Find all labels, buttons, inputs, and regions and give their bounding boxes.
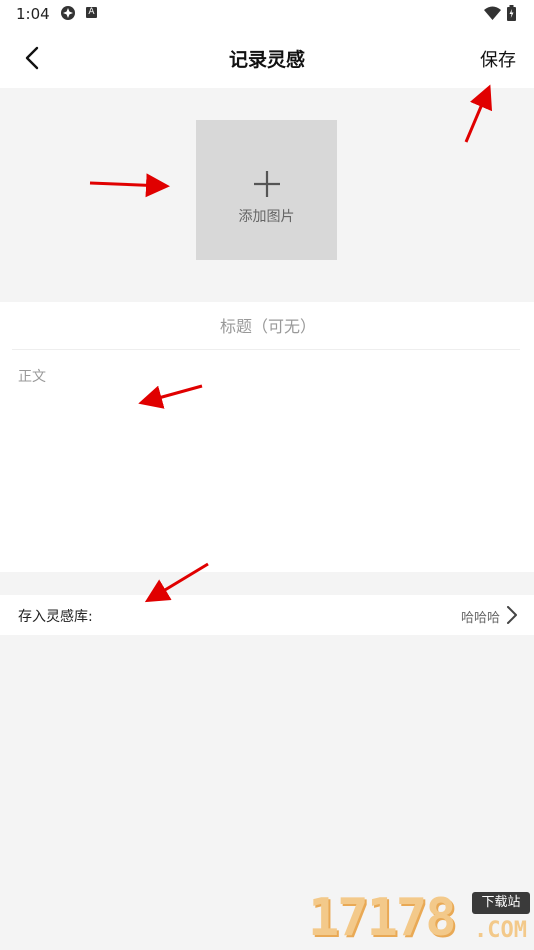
add-image-button[interactable]: 添加图片	[196, 120, 337, 260]
title-input[interactable]	[12, 302, 524, 351]
battery-icon	[507, 5, 516, 21]
save-button[interactable]: 保存	[480, 46, 516, 72]
title-row	[0, 302, 534, 351]
page-title: 记录灵感	[228, 49, 305, 71]
library-label: 存入灵感库:	[18, 609, 93, 625]
watermark-digits: 17178	[308, 888, 457, 948]
body-textarea[interactable]	[18, 366, 518, 556]
chevron-right-icon	[507, 606, 517, 624]
plus-icon	[254, 171, 280, 197]
library-value: 哈哈哈	[460, 611, 500, 626]
watermark-suffix: .COM	[474, 918, 527, 943]
inspiration-library-selector[interactable]: 存入灵感库: 哈哈哈	[0, 595, 534, 635]
image-section: 添加图片	[0, 88, 534, 302]
app-header: 记录灵感 保存	[0, 28, 534, 88]
watermark-logo: 17178 下载站 .COM	[308, 888, 534, 950]
add-image-label: 添加图片	[238, 209, 295, 225]
status-time: 1:04	[16, 5, 50, 23]
body-area	[0, 350, 534, 572]
settings-icon	[61, 6, 75, 20]
watermark-badge: 下载站	[472, 892, 530, 914]
a-badge-icon: A	[86, 7, 97, 18]
wifi-icon	[484, 6, 501, 20]
status-bar: 1:04 A	[0, 0, 534, 28]
